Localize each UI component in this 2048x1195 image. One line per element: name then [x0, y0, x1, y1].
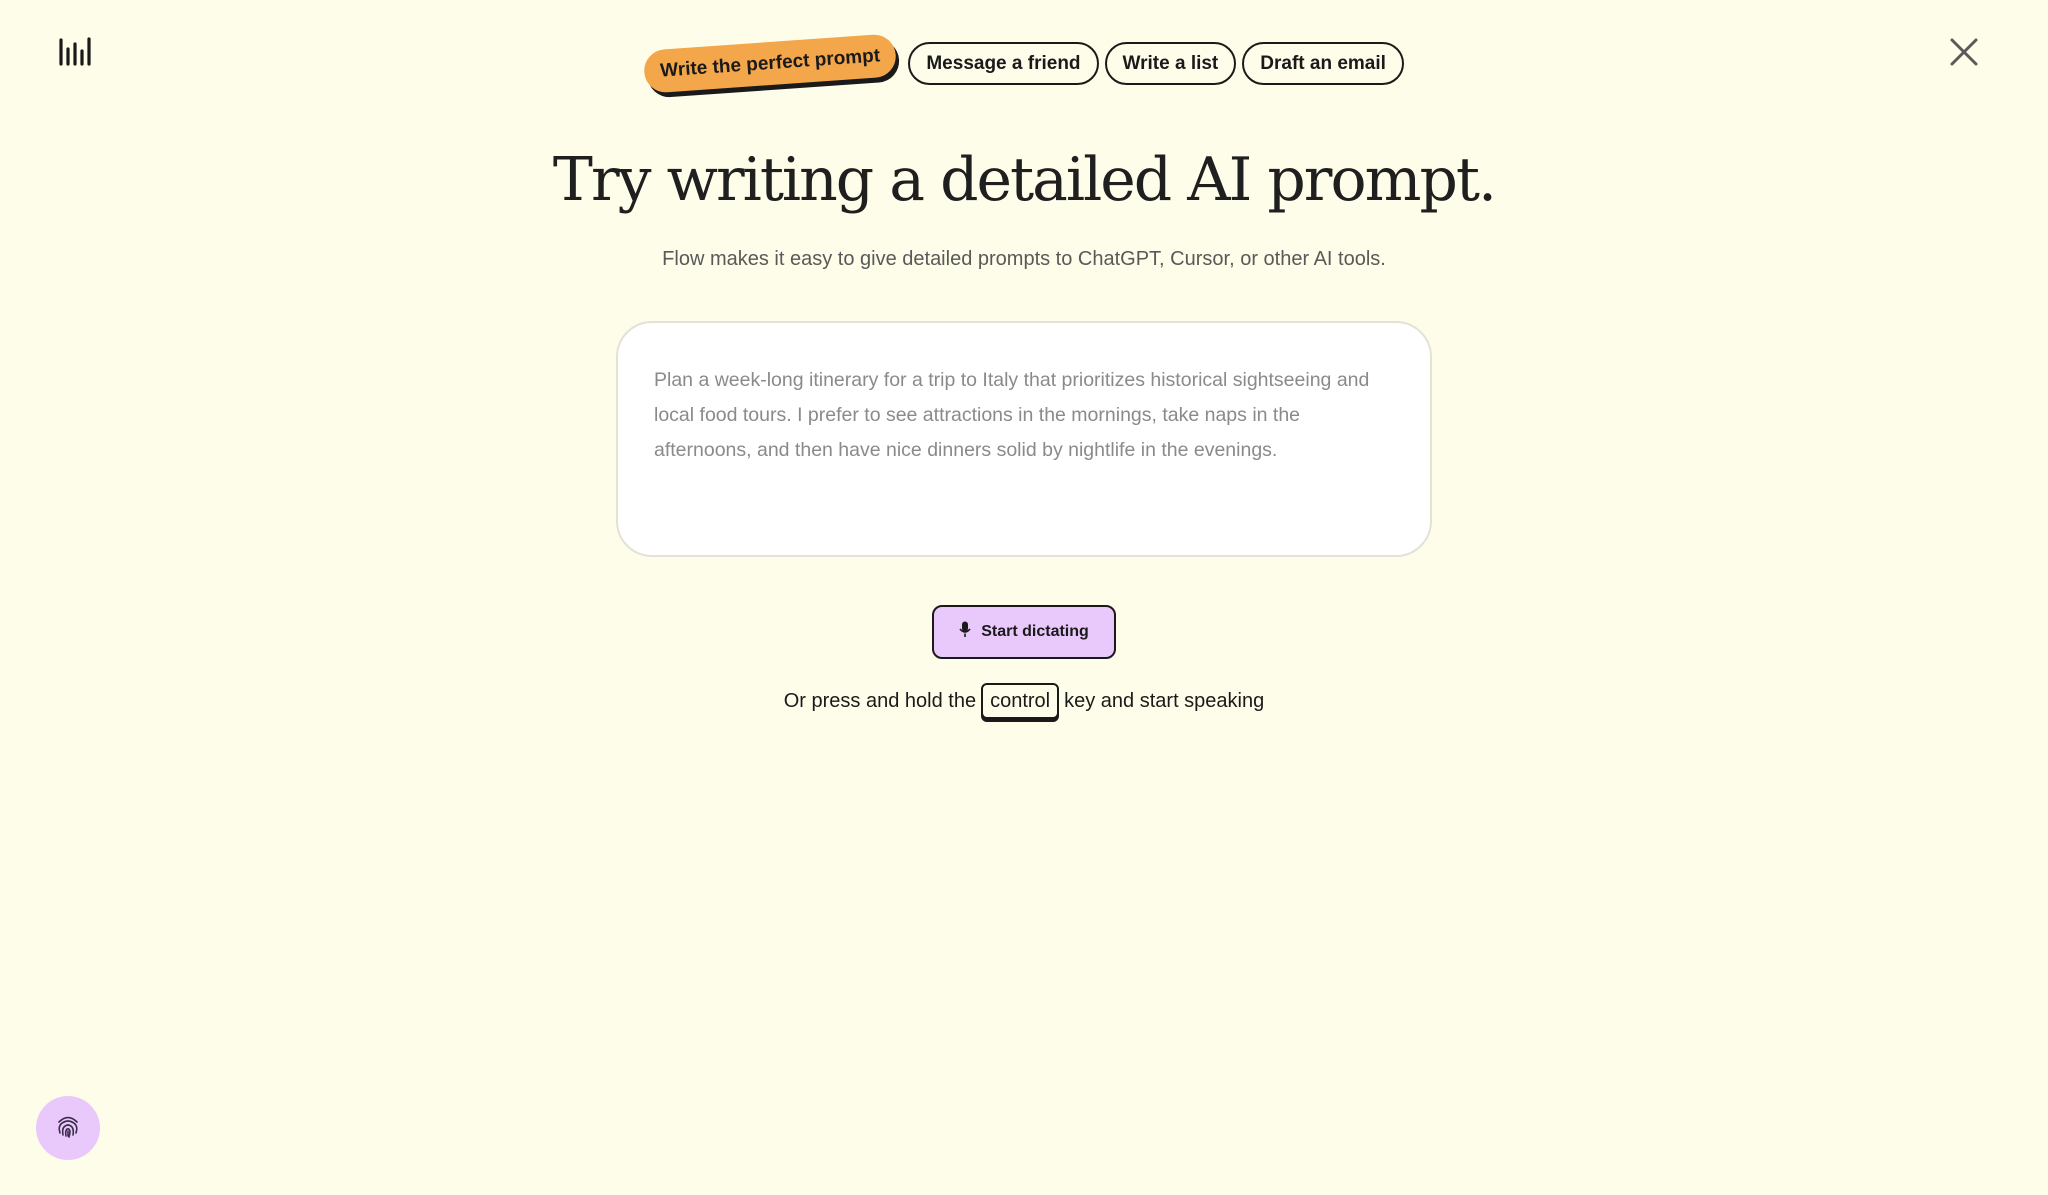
tab-draft-an-email[interactable]: Draft an email [1242, 42, 1404, 85]
hint-text-before: Or press and hold the [783, 689, 977, 712]
fingerprint-icon [55, 1113, 81, 1143]
hint-text-after: key and start speaking [1064, 689, 1265, 712]
start-dictating-label: Start dictating [981, 623, 1089, 640]
prompt-text-area[interactable]: Plan a week-long itinerary for a trip to… [616, 321, 1432, 557]
prompt-type-tabs: Write the perfect prompt Message a frien… [0, 33, 2048, 94]
page-title: Try writing a detailed AI prompt. [552, 145, 1497, 215]
tab-message-a-friend[interactable]: Message a friend [908, 42, 1099, 85]
control-key: control [981, 683, 1060, 719]
keyboard-hint: Or press and hold the control key and st… [0, 683, 2048, 719]
page-subtitle: Flow makes it easy to give detailed prom… [662, 248, 1386, 270]
start-dictating-button[interactable]: Start dictating [932, 605, 1116, 659]
fingerprint-button[interactable] [36, 1096, 100, 1160]
tab-write-the-perfect-prompt[interactable]: Write the perfect prompt [642, 33, 898, 94]
prompt-placeholder: Plan a week-long itinerary for a trip to… [654, 369, 1370, 461]
microphone-icon [959, 621, 971, 643]
tab-write-a-list[interactable]: Write a list [1104, 42, 1237, 85]
